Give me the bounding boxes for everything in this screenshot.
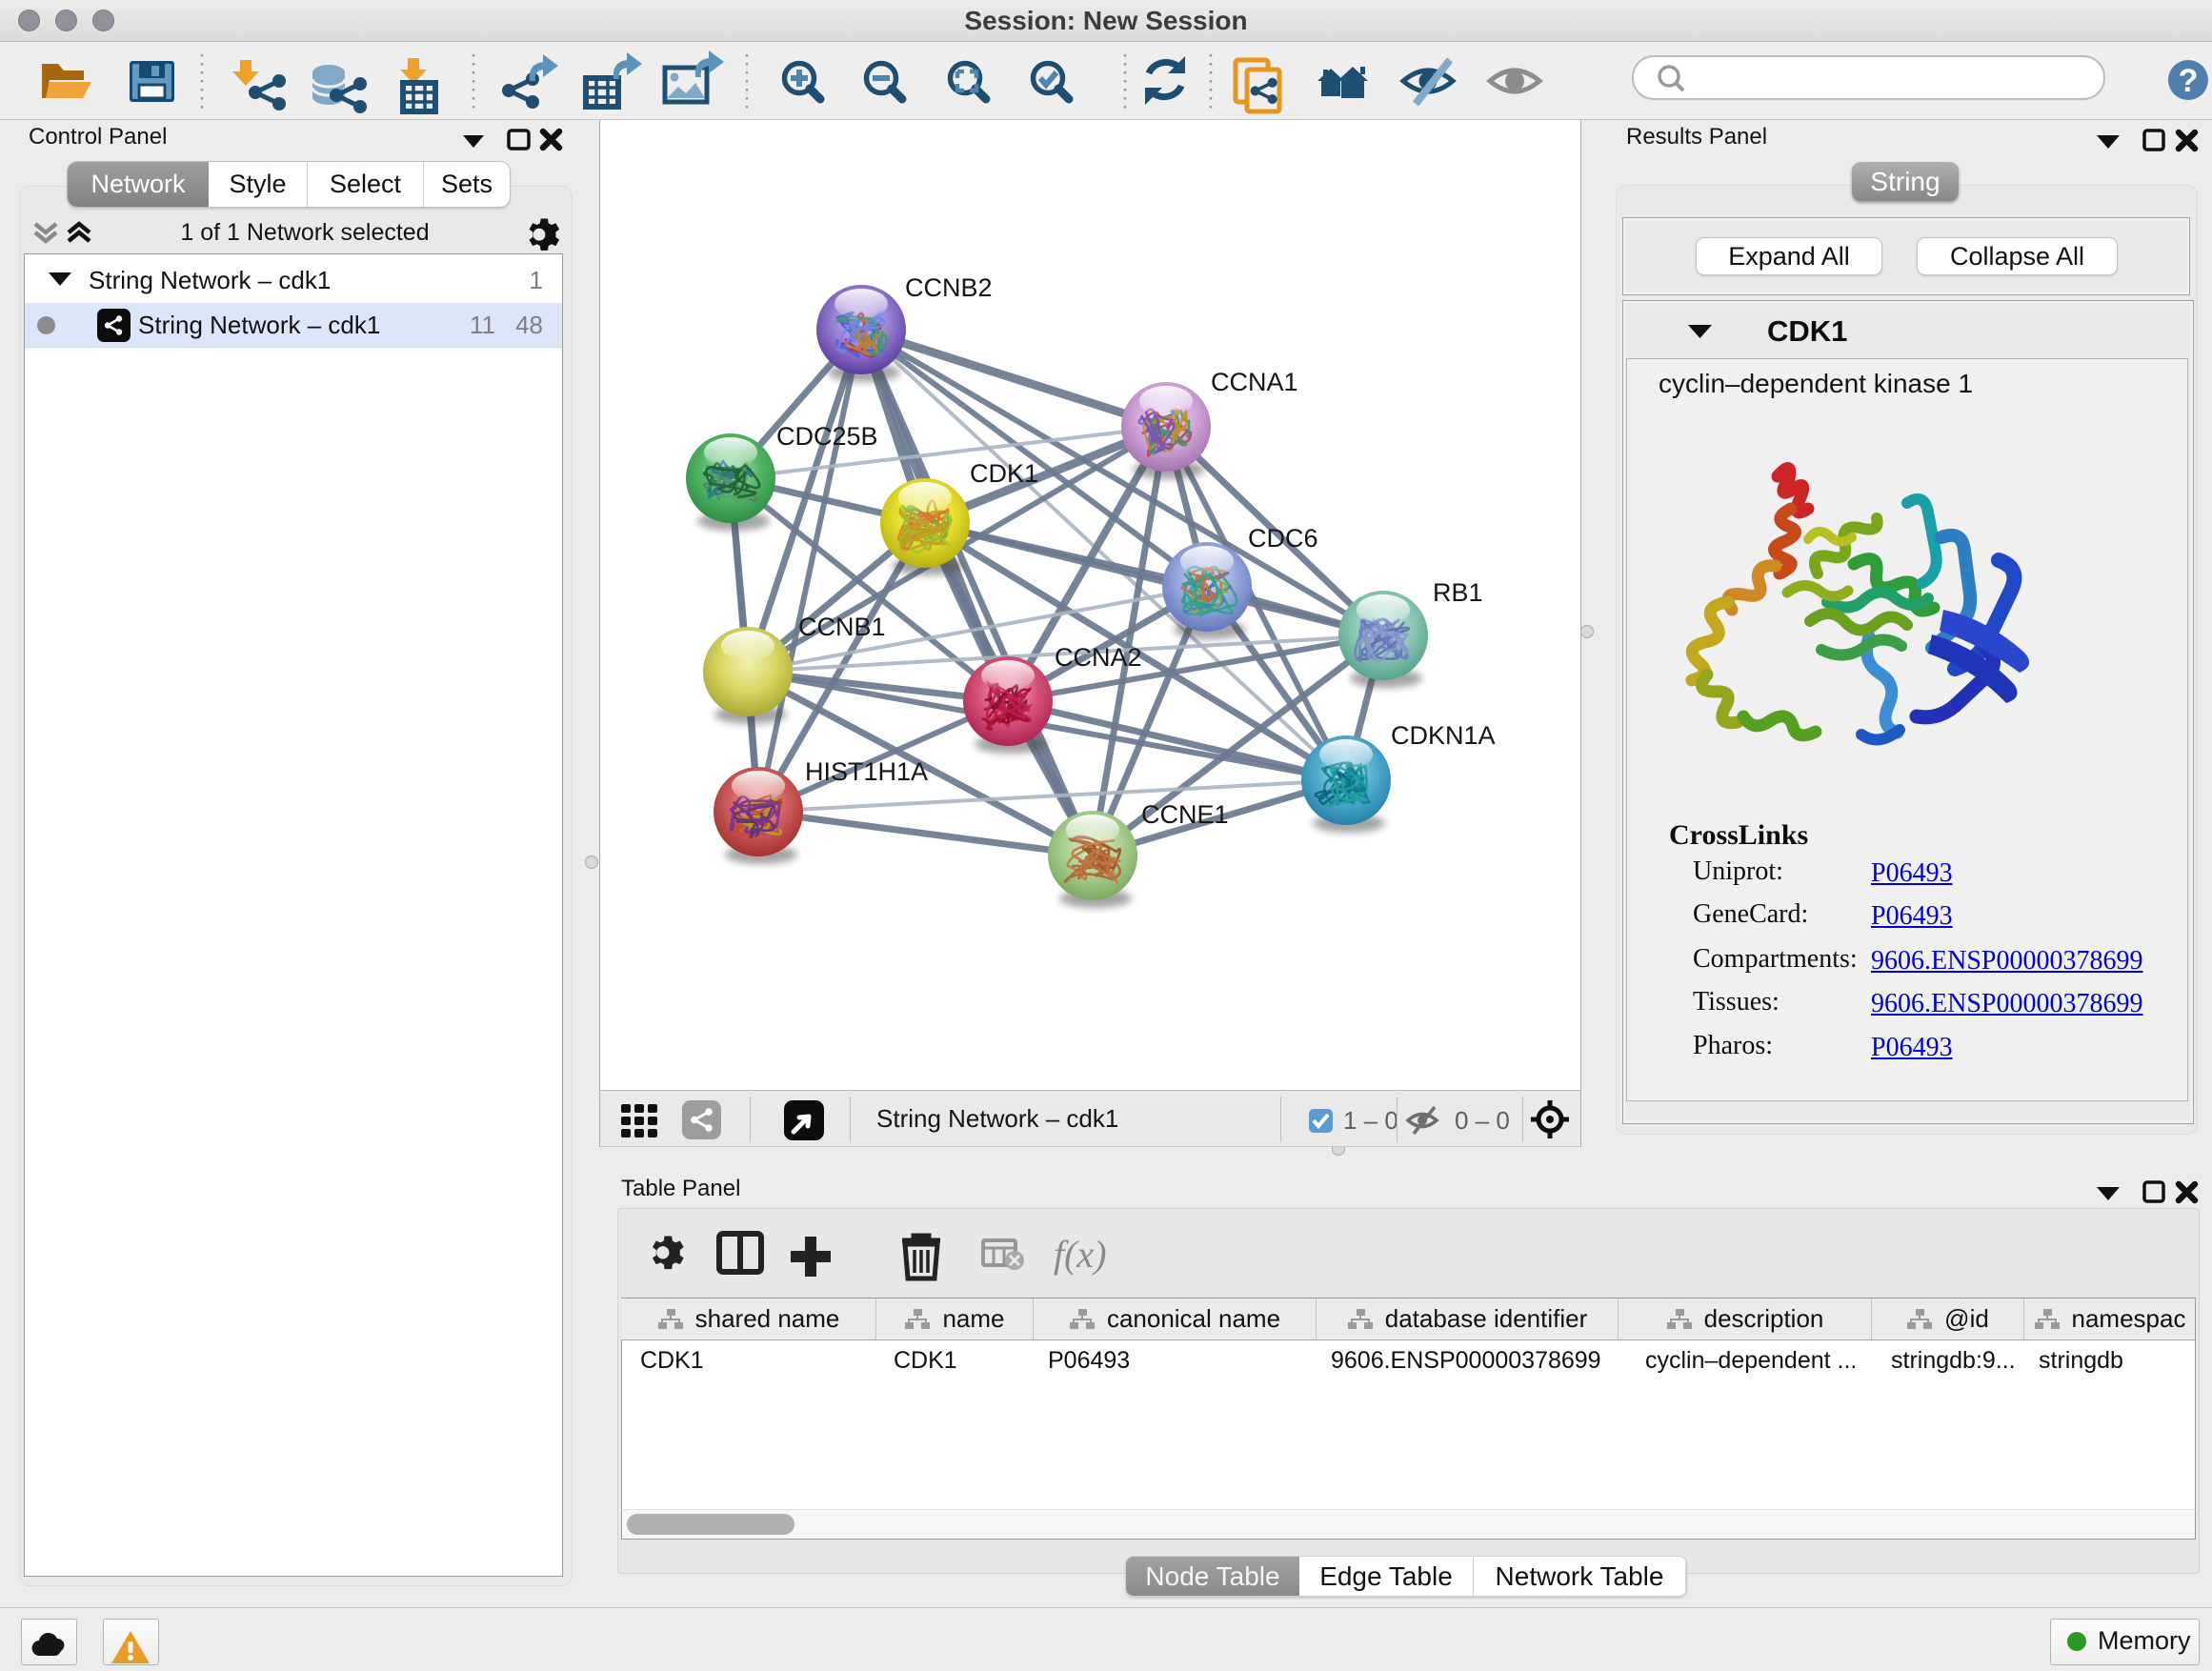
svg-text:1 – 0: 1 – 0 bbox=[1343, 1106, 1398, 1135]
svg-text:CCNB2: CCNB2 bbox=[905, 273, 993, 302]
svg-text:?: ? bbox=[2179, 63, 2199, 99]
svg-text:CDC25B: CDC25B bbox=[776, 422, 878, 451]
svg-text:f(x): f(x) bbox=[1054, 1233, 1107, 1276]
svg-text:0 – 0: 0 – 0 bbox=[1455, 1106, 1510, 1135]
svg-text:CDK1: CDK1 bbox=[970, 459, 1038, 488]
svg-text:CDC6: CDC6 bbox=[1248, 524, 1318, 553]
svg-text:RB1: RB1 bbox=[1433, 578, 1483, 607]
svg-text:CCNA1: CCNA1 bbox=[1211, 368, 1298, 396]
svg-text:CCNB1: CCNB1 bbox=[798, 613, 886, 641]
svg-text:HIST1H1A: HIST1H1A bbox=[805, 757, 928, 786]
svg-text:CCNA2: CCNA2 bbox=[1055, 643, 1142, 672]
svg-text:CCNE1: CCNE1 bbox=[1141, 800, 1229, 829]
svg-text:CDKN1A: CDKN1A bbox=[1391, 721, 1496, 750]
